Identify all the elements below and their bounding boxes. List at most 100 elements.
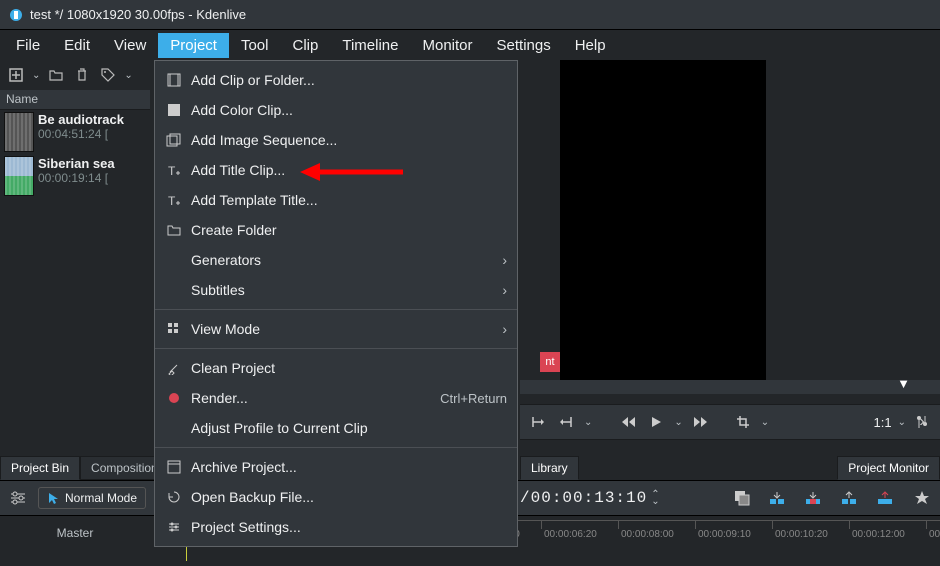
crop-icon[interactable]	[733, 412, 753, 432]
menu-render[interactable]: Render... Ctrl+Return	[155, 383, 517, 413]
folder-icon[interactable]	[46, 65, 66, 85]
timecode-display[interactable]: 00:00:13:10	[531, 489, 648, 507]
menu-project[interactable]: Project	[158, 33, 229, 58]
tab-project-monitor[interactable]: Project Monitor	[837, 456, 940, 480]
left-panel-tabs: Project Bin Compositions	[0, 456, 175, 480]
menu-tool[interactable]: Tool	[229, 33, 281, 58]
new-folder-icon	[165, 221, 183, 239]
chevron-down-icon[interactable]: ⌄	[124, 70, 132, 81]
app-logo-icon	[8, 7, 24, 23]
center-panel-tabs: Library	[520, 456, 579, 480]
tab-library[interactable]: Library	[520, 456, 579, 480]
clip-thumbnail	[4, 112, 34, 152]
menu-generators[interactable]: Generators ›	[155, 245, 517, 275]
out-marker-icon[interactable]: ▼	[897, 376, 910, 391]
menu-help[interactable]: Help	[563, 33, 618, 58]
lift-icon[interactable]	[876, 488, 896, 508]
clip-label-badge: nt	[540, 352, 560, 372]
right-panel-tabs: Project Monitor	[837, 456, 940, 480]
rewind-icon[interactable]	[618, 412, 638, 432]
bin-column-header[interactable]: Name	[0, 90, 150, 110]
menu-view-mode[interactable]: View Mode ›	[155, 314, 517, 344]
menu-clip[interactable]: Clip	[281, 33, 331, 58]
ruler-tick: 00:00:09:10	[695, 521, 751, 529]
overwrite-icon[interactable]	[804, 488, 824, 508]
monitor-viewport[interactable]: nt	[560, 60, 766, 390]
chevron-down-icon[interactable]: ⌄	[761, 417, 769, 428]
audio-level-icon[interactable]	[912, 412, 932, 432]
menu-add-title[interactable]: T Add Title Clip...	[155, 155, 517, 185]
menu-view[interactable]: View	[102, 33, 158, 58]
menu-add-clip[interactable]: Add Clip or Folder...	[155, 65, 517, 95]
add-clip-icon[interactable]	[6, 65, 26, 85]
forward-icon[interactable]	[691, 412, 711, 432]
menu-monitor[interactable]: Monitor	[410, 33, 484, 58]
monitor-ruler[interactable]: ▼	[520, 380, 940, 394]
menu-settings[interactable]: Settings	[485, 33, 563, 58]
menu-edit[interactable]: Edit	[52, 33, 102, 58]
bin-clip[interactable]: Be audiotrack 00:04:51:24 [	[0, 110, 150, 154]
menu-timeline[interactable]: Timeline	[330, 33, 410, 58]
chevron-down-icon[interactable]: ⌄	[898, 417, 906, 428]
title-bar: test */ 1080x1920 30.00fps - Kdenlive	[0, 0, 940, 30]
master-track-label[interactable]: Master	[0, 526, 150, 540]
settings-icon[interactable]	[8, 488, 28, 508]
separator	[155, 348, 517, 349]
menu-file[interactable]: File	[4, 33, 52, 58]
menu-project-settings[interactable]: Project Settings...	[155, 512, 517, 542]
bin-clip[interactable]: Siberian sea 00:00:19:14 [	[0, 154, 150, 198]
ruler-tick: 00:00:08:00	[618, 521, 674, 529]
menu-add-image-seq[interactable]: Add Image Sequence...	[155, 125, 517, 155]
project-monitor: nt ▼ ⌄ ⌄ ⌄ ›	[520, 60, 940, 460]
delete-icon[interactable]	[72, 65, 92, 85]
favorite-icon[interactable]	[912, 488, 932, 508]
submenu-arrow-icon: ›	[495, 282, 507, 298]
extract-icon[interactable]	[840, 488, 860, 508]
timecode-separator: /	[520, 489, 531, 507]
menu-archive[interactable]: Archive Project...	[155, 452, 517, 482]
tab-project-bin[interactable]: Project Bin	[0, 456, 80, 480]
chevron-down-icon[interactable]: ⌄	[674, 417, 682, 428]
menu-open-backup[interactable]: Open Backup File...	[155, 482, 517, 512]
svg-text:T: T	[168, 194, 176, 207]
zoom-label[interactable]: 1:1	[874, 415, 892, 430]
project-bin: Be audiotrack 00:04:51:24 [ Siberian sea…	[0, 110, 150, 450]
ruler-tick: 00:00:10:20	[772, 521, 828, 529]
backup-icon	[165, 488, 183, 506]
submenu-arrow-icon: ›	[495, 321, 507, 337]
clip-name: Be audiotrack	[38, 112, 124, 127]
zone-in-icon[interactable]	[528, 412, 548, 432]
stepper-down-icon[interactable]: ⌄	[651, 498, 659, 505]
tag-icon[interactable]	[98, 65, 118, 85]
menu-clean-project[interactable]: Clean Project	[155, 353, 517, 383]
film-icon	[165, 71, 183, 89]
insert-icon[interactable]	[768, 488, 788, 508]
shortcut-label: Ctrl+Return	[440, 391, 507, 406]
clip-thumbnail	[4, 156, 34, 196]
clip-duration: 00:00:19:14 [	[38, 171, 115, 185]
ruler-tick: 00:00:06:20	[541, 521, 597, 529]
clip-duration: 00:04:51:24 [	[38, 127, 124, 141]
zone-out-icon[interactable]	[556, 412, 576, 432]
overlay-icon[interactable]	[732, 488, 752, 508]
title-clip-icon: T	[165, 161, 183, 179]
chevron-down-icon[interactable]: ⌄	[584, 417, 592, 428]
record-icon	[165, 389, 183, 407]
edit-mode-button[interactable]: Normal Mode	[38, 487, 146, 509]
color-clip-icon	[165, 101, 183, 119]
submenu-arrow-icon: ›	[495, 252, 507, 268]
svg-text:T: T	[168, 164, 176, 177]
chevron-down-icon[interactable]: ⌄	[32, 70, 40, 81]
archive-icon	[165, 458, 183, 476]
clip-name: Siberian sea	[38, 156, 115, 171]
menu-subtitles[interactable]: Subtitles ›	[155, 275, 517, 305]
menu-add-color[interactable]: Add Color Clip...	[155, 95, 517, 125]
cursor-icon	[47, 492, 59, 504]
menu-create-folder[interactable]: Create Folder	[155, 215, 517, 245]
template-title-icon: T	[165, 191, 183, 209]
menu-adjust-profile[interactable]: Adjust Profile to Current Clip	[155, 413, 517, 443]
view-mode-icon	[165, 320, 183, 338]
broom-icon	[165, 359, 183, 377]
play-icon[interactable]	[646, 412, 666, 432]
menu-add-template[interactable]: T Add Template Title...	[155, 185, 517, 215]
